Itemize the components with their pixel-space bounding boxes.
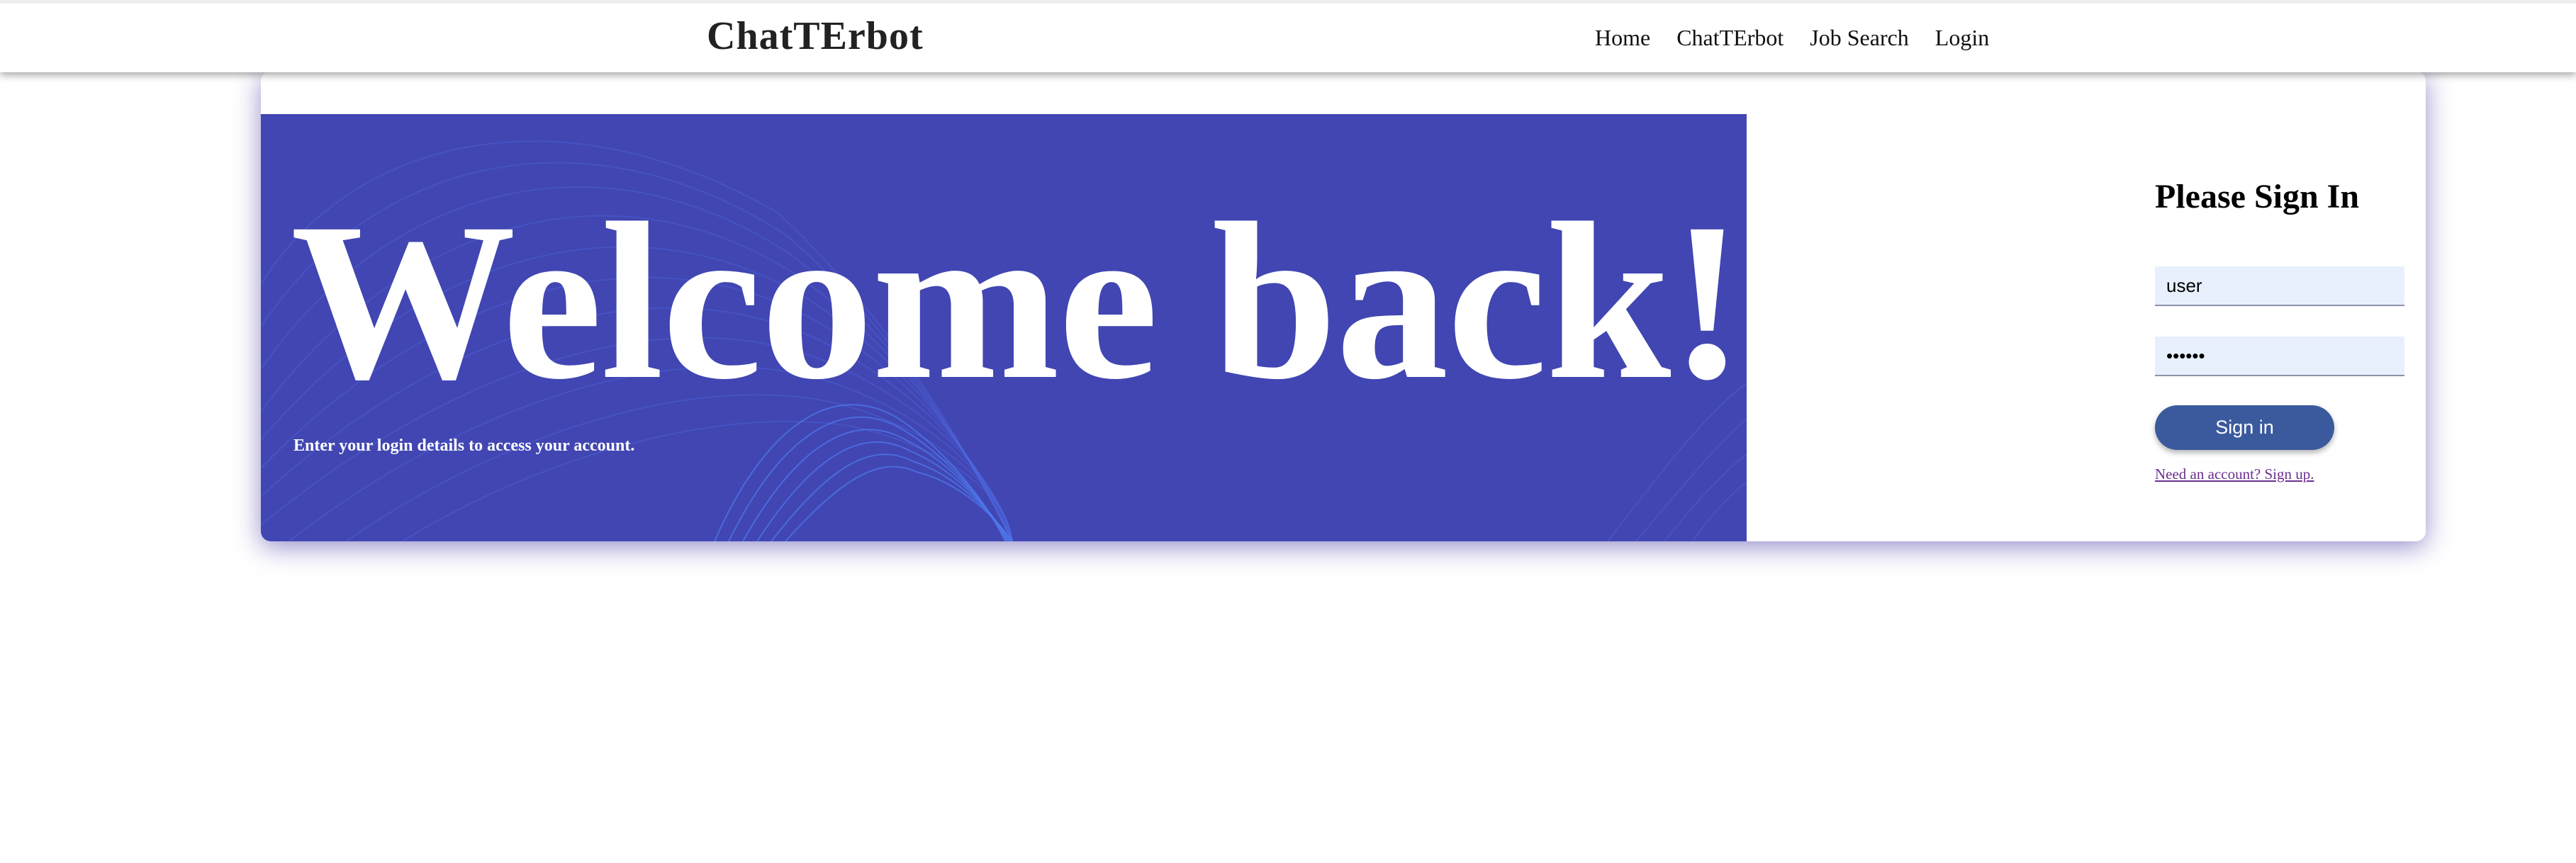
nav-home-link[interactable]: Home (1595, 25, 1650, 51)
welcome-banner: Welcome back! Enter your login details t… (261, 114, 1747, 541)
login-card: Welcome back! Enter your login details t… (261, 71, 2426, 541)
password-input[interactable] (2155, 337, 2404, 376)
nav-login-link[interactable]: Login (1935, 25, 1989, 51)
welcome-heading: Welcome back! (291, 176, 1745, 426)
nav-job-search-link[interactable]: Job Search (1810, 25, 1909, 51)
nav-chatterbot-link[interactable]: ChatTErbot (1676, 25, 1783, 51)
sign-in-panel: Please Sign In Sign in Need an account? … (2155, 71, 2426, 541)
welcome-subtitle: Enter your login details to access your … (293, 436, 635, 455)
top-navbar: ChatTErbot Home ChatTErbot Job Search Lo… (0, 0, 2576, 72)
username-input[interactable] (2155, 266, 2404, 306)
sign-up-link[interactable]: Need an account? Sign up. (2155, 466, 2314, 483)
brand-logo[interactable]: ChatTErbot (707, 13, 924, 59)
sign-in-button[interactable]: Sign in (2155, 405, 2334, 450)
sign-in-title: Please Sign In (2155, 178, 2360, 215)
main-nav: Home ChatTErbot Job Search Login (1595, 25, 1989, 51)
